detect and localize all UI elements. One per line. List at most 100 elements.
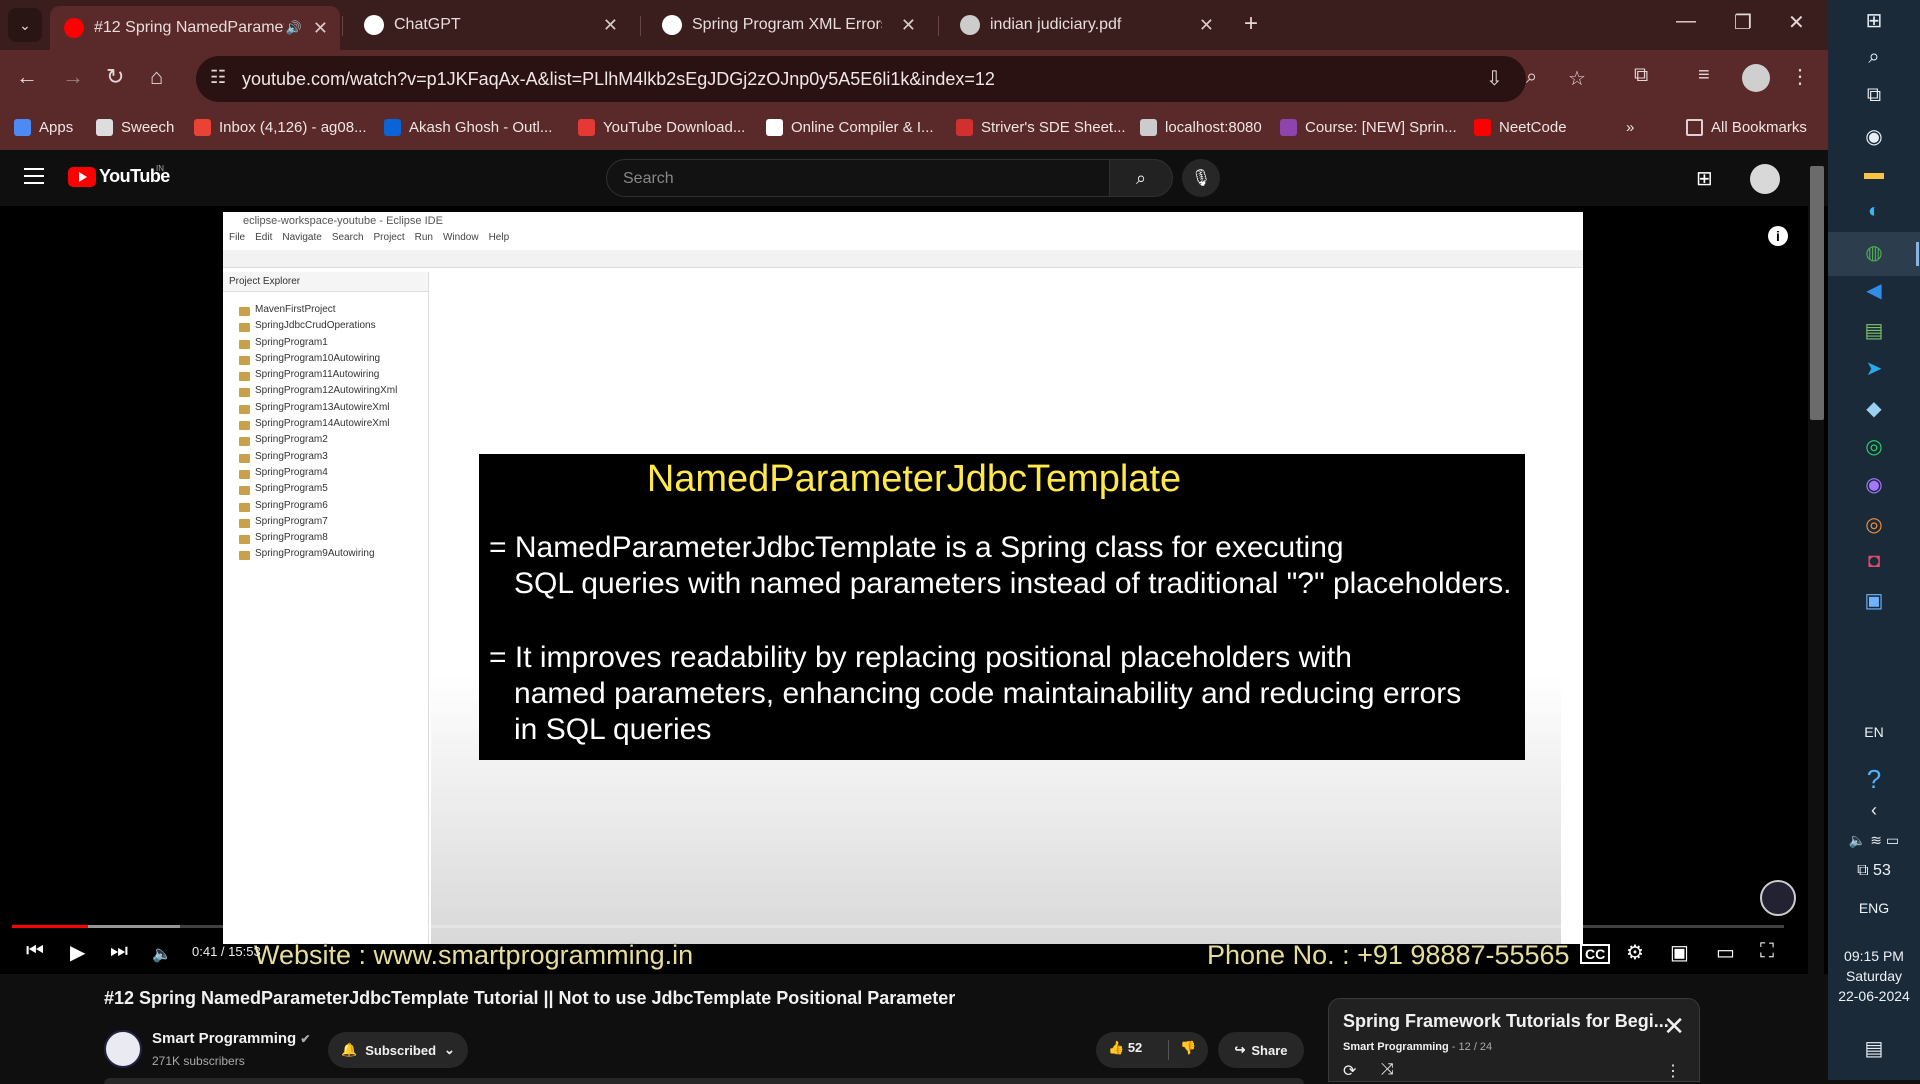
bookmark-star-icon[interactable]: ☆ <box>1568 66 1586 91</box>
create-icon[interactable]: ⊞ <box>1696 166 1713 191</box>
search-icon[interactable]: ⌕ <box>1828 46 1920 69</box>
audio-playing-icon[interactable]: 🔊 <box>286 20 302 36</box>
edge-icon[interactable]: ◐ <box>1828 200 1920 223</box>
bookmark-item[interactable]: Inbox (4,126) - ag08... <box>194 119 367 136</box>
bookmark-item[interactable]: localhost:8080 <box>1140 119 1262 136</box>
notification-count[interactable]: ⧉ 53 <box>1828 862 1920 880</box>
task-view-icon[interactable]: ⧉ <box>1828 84 1920 107</box>
extensions-icon[interactable]: ⧉ <box>1634 64 1648 87</box>
like-button[interactable]: 👍 52 <box>1108 1040 1142 1056</box>
app-icon[interactable]: ▤ <box>1828 318 1920 343</box>
more-icon[interactable]: ⋮ <box>1665 1061 1681 1081</box>
vscode-icon[interactable]: ◀ <box>1828 278 1920 303</box>
description-box[interactable] <box>104 1078 1304 1084</box>
play-icon[interactable]: ▶ <box>70 940 85 965</box>
tab-1[interactable]: #12 Spring NamedParameterJdbcTemplate🔊 ✕ <box>50 6 340 50</box>
minimize-button[interactable]: — <box>1676 10 1696 33</box>
eclipse-menu-item: Help <box>488 232 510 243</box>
close-window-button[interactable]: ✕ <box>1788 10 1805 35</box>
scrollbar-thumb[interactable] <box>1810 166 1824 420</box>
bookmark-item[interactable]: Sweech <box>96 119 174 136</box>
app-icon[interactable]: ◎ <box>1828 512 1920 537</box>
close-tab-icon[interactable]: ✕ <box>901 15 916 36</box>
theater-mode-icon[interactable]: ▭ <box>1716 940 1735 965</box>
youtube-logo[interactable]: YouTube IN <box>68 164 170 187</box>
chrome-icon[interactable]: ◍ <box>1828 240 1920 265</box>
menu-icon[interactable]: ⋮ <box>1790 64 1810 89</box>
whatsapp-icon[interactable]: ◎ <box>1828 434 1920 459</box>
file-explorer-icon[interactable]: ▬ <box>1828 162 1920 185</box>
app-icon[interactable]: ◘ <box>1828 550 1920 573</box>
settings-icon[interactable]: ⚙ <box>1626 940 1644 965</box>
input-indicator[interactable]: ENG <box>1828 900 1920 916</box>
bookmark-item[interactable]: Akash Ghosh - Outl... <box>384 119 552 136</box>
bookmark-item[interactable]: NeetCode <box>1474 119 1567 136</box>
info-icon[interactable]: i <box>1768 226 1788 246</box>
language-indicator[interactable]: EN <box>1828 724 1920 740</box>
windows-start-icon[interactable]: ⊞ <box>1828 8 1920 33</box>
clock-time[interactable]: 09:15 PM <box>1828 948 1920 964</box>
bookmark-item[interactable]: Online Compiler & I... <box>766 119 934 136</box>
fullscreen-icon[interactable]: ⛶ <box>1760 940 1774 963</box>
channel-avatar[interactable] <box>104 1030 142 1068</box>
playlist-title[interactable]: Spring Framework Tutorials for Begi... <box>1343 1011 1669 1032</box>
volume-icon[interactable]: 🔈 <box>152 944 172 964</box>
system-tray-icon[interactable]: 🔈 ≋ ▭ <box>1828 832 1920 849</box>
close-tab-icon[interactable]: ✕ <box>313 18 328 39</box>
tab-3[interactable]: Spring Program XML Errors ✕ <box>648 6 928 44</box>
bookmarks-overflow-icon[interactable]: » <box>1626 119 1634 136</box>
chevron-left-icon[interactable]: ‹ <box>1828 800 1920 821</box>
profile-avatar[interactable] <box>1742 64 1770 92</box>
bookmark-item[interactable]: YouTube Download... <box>578 119 745 136</box>
maximize-button[interactable]: ❐ <box>1734 10 1752 35</box>
zoom-icon[interactable]: ⌕ <box>1526 66 1537 89</box>
bookmark-favicon-icon <box>1474 119 1491 136</box>
bookmark-item[interactable]: Apps <box>14 119 73 136</box>
guide-menu-icon[interactable] <box>24 168 44 184</box>
channel-watermark[interactable] <box>1760 880 1796 916</box>
bookmark-item[interactable]: Course: [NEW] Sprin... <box>1280 119 1457 136</box>
bookmark-item[interactable]: Striver's SDE Sheet... <box>956 119 1126 136</box>
close-tab-icon[interactable]: ✕ <box>1199 15 1214 36</box>
photos-icon[interactable]: ▣ <box>1828 588 1920 613</box>
page-scrollbar[interactable] <box>1808 156 1824 1062</box>
new-tab-button[interactable]: + <box>1244 10 1258 38</box>
tab-4[interactable]: indian judiciary.pdf ✕ <box>946 6 1226 44</box>
telegram-icon[interactable]: ➤ <box>1828 356 1920 381</box>
miniplayer-icon[interactable]: ▣ <box>1670 940 1689 965</box>
next-icon[interactable]: ⏭ <box>110 940 128 963</box>
shuffle-icon[interactable]: ⤨ <box>1381 1061 1394 1079</box>
previous-icon[interactable]: ⏮ <box>26 940 44 963</box>
app-icon[interactable]: ◉ <box>1828 124 1920 149</box>
tab-2[interactable]: ChatGPT ✕ <box>350 6 630 44</box>
help-icon[interactable]: ? <box>1828 764 1920 795</box>
loop-icon[interactable]: ⟳ <box>1343 1061 1356 1081</box>
media-control-icon[interactable]: ≡ <box>1698 64 1710 87</box>
search-button[interactable]: ⌕ <box>1109 159 1173 197</box>
notifications-icon[interactable]: ▤ <box>1828 1036 1920 1061</box>
playlist-channel[interactable]: Smart Programming <box>1343 1041 1449 1053</box>
install-app-icon[interactable]: ⇩ <box>1486 66 1503 91</box>
forward-button[interactable]: → <box>62 64 84 90</box>
github-icon[interactable]: ◉ <box>1828 472 1920 497</box>
app-icon[interactable]: ◆ <box>1828 396 1920 421</box>
account-avatar[interactable] <box>1750 164 1780 194</box>
share-button[interactable]: ↪ Share <box>1218 1032 1304 1068</box>
close-playlist-icon[interactable]: ✕ <box>1663 1011 1685 1042</box>
reload-button[interactable]: ↻ <box>106 64 124 90</box>
back-button[interactable]: ← <box>16 64 38 90</box>
home-button[interactable]: ⌂ <box>150 64 163 90</box>
search-input[interactable]: Search <box>606 159 1110 197</box>
dislike-icon[interactable]: 👎 <box>1180 1040 1196 1056</box>
progress-bar[interactable] <box>12 925 1784 928</box>
voice-search-button[interactable]: 🎙 <box>1182 159 1220 197</box>
tab-search-button[interactable]: ⌄ <box>8 8 42 42</box>
address-bar[interactable]: ☷ youtube.com/watch?v=p1JKFaqAx-A&list=P… <box>196 56 1586 102</box>
channel-name[interactable]: Smart Programming ✔ <box>152 1030 310 1047</box>
all-bookmarks[interactable]: All Bookmarks <box>1686 119 1807 136</box>
subscribed-button[interactable]: 🔔 Subscribed ⌄ <box>328 1032 468 1068</box>
video-player[interactable]: eclipse-workspace-youtube - Eclipse IDE … <box>0 206 1828 974</box>
captions-icon[interactable]: CC <box>1580 944 1611 964</box>
close-tab-icon[interactable]: ✕ <box>603 15 618 36</box>
site-info-icon[interactable]: ☷ <box>210 67 226 88</box>
